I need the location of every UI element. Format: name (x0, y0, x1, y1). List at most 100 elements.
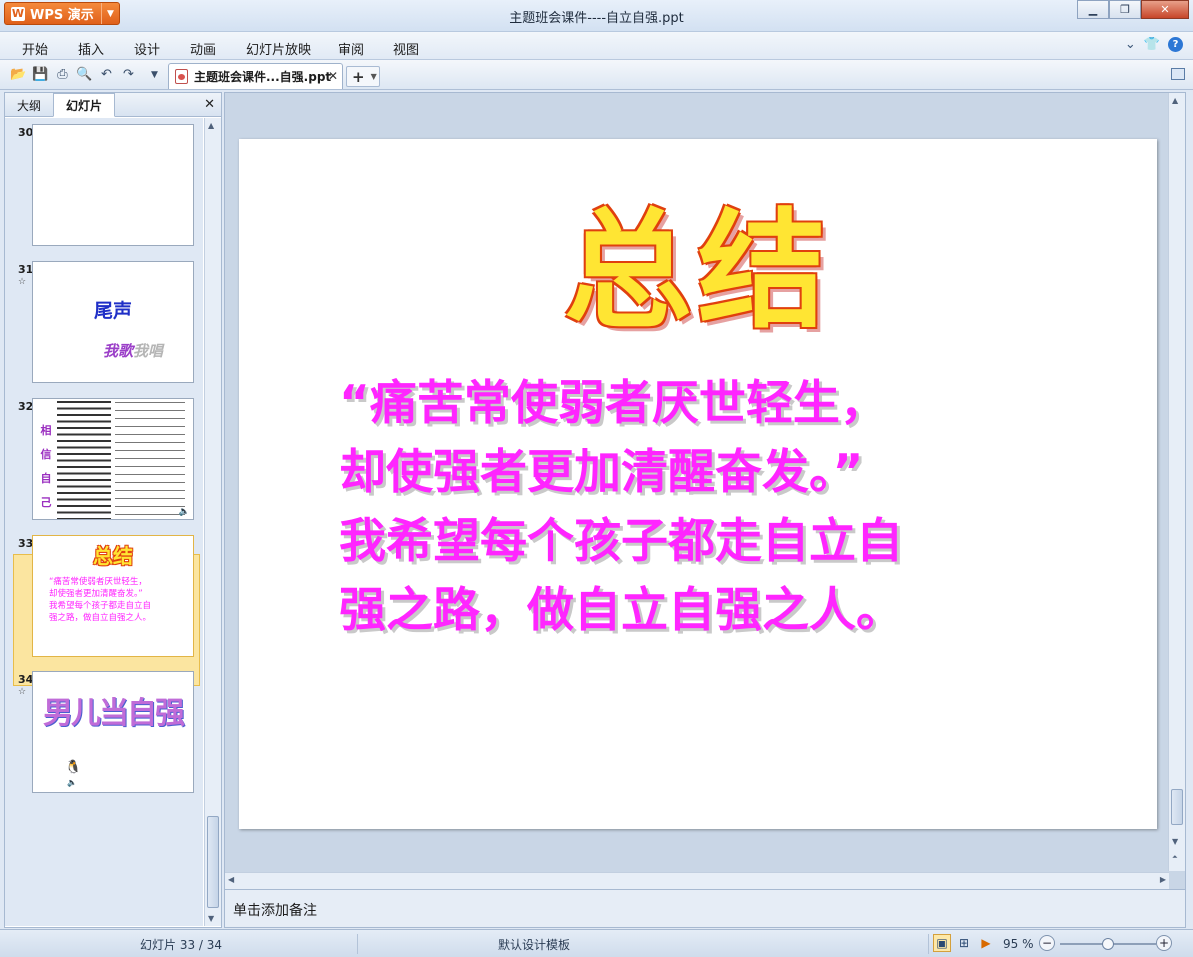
slide-sorter-icon[interactable]: ⊞ (955, 934, 973, 952)
window-controls: ▁ ❐ ✕ (1077, 0, 1189, 19)
help-icon[interactable]: ? (1168, 37, 1183, 52)
restore-button[interactable]: ❐ (1109, 0, 1141, 19)
notes-placeholder[interactable]: 单击添加备注 (233, 900, 317, 920)
slide-body-line: 我希望每个孩子都走自立自 (339, 514, 903, 569)
menu-insert[interactable]: 插入 (78, 39, 104, 58)
thumbnail-line: 强之路，做自立自强之人。 (49, 613, 152, 623)
scrollbar-thumb[interactable] (207, 816, 219, 908)
sound-icon: 🔈 (67, 778, 77, 787)
zoom-slider-handle[interactable] (1102, 938, 1114, 950)
slide-body-text[interactable]: “痛苦常使弱者厌世轻生， 却使强者更加清醒奋发。” 我希望每个孩子都走自立自 强… (339, 369, 1059, 645)
title-bar: W WPS 演示 ▼ 主题班会课件----自立自强.ppt ▁ ❐ ✕ (0, 0, 1193, 32)
normal-view-icon[interactable]: ▣ (933, 934, 951, 952)
thumbnail-subtitle-a: 我歌 (103, 342, 134, 360)
side-char: 信 (40, 448, 52, 461)
new-tab-button[interactable]: + ▼ (346, 66, 380, 87)
thumbnail-subtitle: 我歌我唱 (103, 340, 163, 361)
previous-slide-icon[interactable]: ⏶ (1172, 853, 1178, 862)
scrollbar-thumb[interactable] (1171, 789, 1183, 825)
scroll-down-icon[interactable]: ▼ (1172, 837, 1178, 846)
ppt-file-icon (175, 69, 188, 84)
thumbnail-title: 总结 (93, 544, 133, 568)
close-pane-icon[interactable]: ✕ (204, 97, 215, 112)
thumbnail-line: “痛苦常使弱者厌世轻生， (49, 577, 147, 587)
slide-title[interactable]: 总结 (239, 167, 1157, 352)
zoom-level: 95 % (1003, 937, 1034, 951)
thumbnail-line: 却使强者更加清醒奋发。” (49, 589, 143, 599)
thumbnail-slide-32[interactable]: 相 信 自 己 🔈 (32, 398, 194, 520)
slide-horizontal-scrollbar[interactable]: ◀ ▶ (225, 872, 1169, 889)
slide-body-line: 强之路，做自立自强之人。 (339, 583, 903, 638)
penguin-icon: 🐧 (65, 760, 82, 775)
status-bar: 幻灯片 33 / 34 默认设计模板 ▣ ⊞ ▶ 95 % − + (0, 929, 1193, 957)
thumbnail-title: 男儿当自强 (43, 696, 185, 731)
scroll-down-icon[interactable]: ▼ (208, 914, 214, 923)
scroll-up-icon[interactable]: ▲ (1172, 96, 1178, 105)
close-tab-icon[interactable]: ✕ (328, 69, 338, 83)
menu-view[interactable]: 视图 (393, 39, 419, 58)
chevron-down-icon[interactable]: ▼ (371, 72, 377, 81)
print-preview-icon[interactable]: 🔍 (76, 66, 93, 83)
tab-outline[interactable]: 大纲 (5, 93, 53, 117)
open-folder-icon[interactable]: 📂 (10, 66, 27, 83)
menu-right-tools: ⌄ 👕 ? (1125, 37, 1183, 52)
thumbnail-body: “痛苦常使弱者厌世轻生， 却使强者更加清醒奋发。” 我希望每个孩子都走自立自 强… (49, 576, 151, 624)
current-slide[interactable]: 总结 “痛苦常使弱者厌世轻生， 却使强者更加清醒奋发。” 我希望每个孩子都走自立… (239, 139, 1157, 829)
side-char: 相 (40, 424, 52, 437)
window-layout-icon[interactable] (1171, 68, 1185, 80)
animation-star-icon: ☆ (18, 277, 27, 287)
status-divider (928, 934, 929, 954)
document-tab-label: 主题班会课件...自强.ppt (194, 70, 332, 84)
menu-design[interactable]: 设计 (134, 39, 160, 58)
thumbnail-slide-34[interactable]: 男儿当自强 🐧 🔈 (32, 671, 194, 793)
zoom-in-icon[interactable]: + (1156, 935, 1172, 951)
minimize-button[interactable]: ▁ (1077, 0, 1109, 19)
menu-animation[interactable]: 动画 (190, 39, 216, 58)
template-name: 默认设计模板 (498, 938, 571, 952)
notes-pane[interactable]: 单击添加备注 (224, 890, 1186, 928)
print-icon[interactable]: ⎙ (54, 66, 71, 83)
zoom-out-icon[interactable]: − (1039, 935, 1055, 951)
plus-icon: + (352, 67, 365, 86)
slides-pane: 大纲 幻灯片 ✕ 30 31 ☆ 尾声 我歌我唱 32 相 信 自 己 🔈 33… (4, 92, 222, 928)
thumbnail-slide-30[interactable] (32, 124, 194, 246)
thumbnail-scrollbar[interactable]: ▲ ▼ (204, 118, 221, 926)
status-divider (357, 934, 358, 954)
pane-tabs: 大纲 幻灯片 ✕ (5, 93, 221, 117)
slideshow-icon[interactable]: ▶ (977, 934, 995, 952)
quick-access-toolbar: 📂 💾 ⎙ 🔍 ↶ ↷ ▼ 主题班会课件...自强.ppt ✕ + ▼ (0, 60, 1193, 90)
side-char: 自 (40, 472, 52, 485)
thumbnail-text-block (57, 399, 111, 519)
scroll-left-icon[interactable]: ◀ (228, 875, 234, 884)
slide-body-line: “痛苦常使弱者厌世轻生， (339, 376, 887, 431)
menu-home[interactable]: 开始 (22, 39, 48, 58)
save-icon[interactable]: 💾 (32, 66, 49, 83)
slide-editing-area: 总结 “痛苦常使弱者厌世轻生， 却使强者更加清醒奋发。” 我希望每个孩子都走自立… (224, 92, 1186, 890)
thumbnail-text-block (115, 399, 185, 519)
menu-review[interactable]: 审阅 (338, 39, 364, 58)
scroll-right-icon[interactable]: ▶ (1160, 875, 1166, 884)
chevron-down-icon[interactable]: ⌄ (1125, 37, 1136, 52)
menu-slideshow[interactable]: 幻灯片放映 (246, 39, 311, 58)
scroll-up-icon[interactable]: ▲ (208, 121, 214, 130)
skin-icon[interactable]: 👕 (1144, 37, 1160, 52)
thumbnail-subtitle-b: 我唱 (133, 342, 164, 360)
slide-vertical-scrollbar[interactable]: ▲ ▼ ⏶ (1168, 93, 1185, 871)
thumbnail-list: 30 31 ☆ 尾声 我歌我唱 32 相 信 自 己 🔈 33 总结 “痛苦常使… (5, 118, 203, 926)
window-title: 主题班会课件----自立自强.ppt (509, 11, 684, 26)
redo-icon[interactable]: ↷ (120, 66, 137, 83)
thumbnail-slide-31[interactable]: 尾声 我歌我唱 (32, 261, 194, 383)
side-char: 己 (40, 496, 52, 509)
thumbnail-side-text: 相 信 自 己 (39, 419, 53, 515)
customize-dropdown-icon[interactable]: ▼ (146, 66, 163, 83)
slide-body-line: 却使强者更加清醒奋发。” (339, 445, 864, 500)
thumbnail-title: 尾声 (93, 300, 132, 322)
animation-star-icon: ☆ (18, 687, 27, 697)
thumbnail-line: 我希望每个孩子都走自立自 (49, 601, 152, 611)
thumbnail-slide-33[interactable]: 总结 “痛苦常使弱者厌世轻生， 却使强者更加清醒奋发。” 我希望每个孩子都走自立… (32, 535, 194, 657)
undo-icon[interactable]: ↶ (98, 66, 115, 83)
sound-icon: 🔈 (178, 507, 190, 517)
document-tab[interactable]: 主题班会课件...自强.ppt ✕ (168, 63, 343, 89)
close-button[interactable]: ✕ (1141, 0, 1189, 19)
tab-slides[interactable]: 幻灯片 (53, 93, 115, 117)
